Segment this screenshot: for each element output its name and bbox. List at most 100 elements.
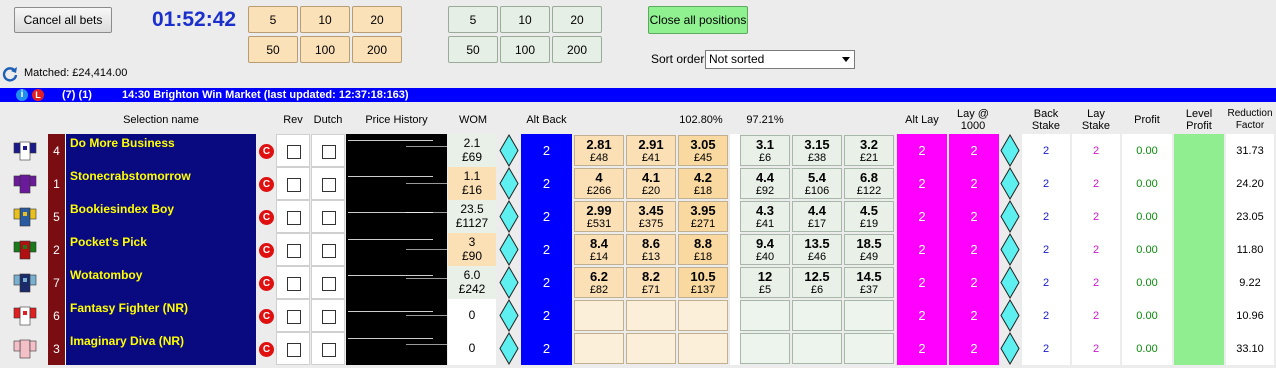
level-profit-cell[interactable] xyxy=(1174,233,1224,266)
back-price-cell[interactable]: 3.95 £271 xyxy=(678,201,728,232)
sort-order-select[interactable]: Not sorted xyxy=(705,50,855,69)
alt-lay-value[interactable]: 2 xyxy=(897,200,947,233)
c-icon[interactable]: C xyxy=(259,144,274,159)
alt-back-value[interactable]: 2 xyxy=(521,299,572,332)
back-diamond-icon[interactable] xyxy=(499,266,519,299)
lay-stake-100-button[interactable]: 100 xyxy=(500,36,550,63)
lay-price-cell[interactable]: 4.5 £19 xyxy=(844,201,894,232)
lay-diamond-icon[interactable] xyxy=(1000,233,1020,266)
runner-name[interactable]: Stonecrabstomorrow xyxy=(66,167,256,200)
lay-price-cell[interactable]: 12.5 £6 xyxy=(792,267,842,298)
back-stake-value[interactable]: 2 xyxy=(1022,167,1070,200)
back-diamond-icon[interactable] xyxy=(499,134,519,167)
lay-price-cell[interactable] xyxy=(740,333,790,364)
back-stake-200-button[interactable]: 200 xyxy=(352,36,402,63)
alt-back-value[interactable]: 2 xyxy=(521,233,572,266)
cancel-all-bets-button[interactable]: Cancel all bets xyxy=(14,7,112,33)
alt-back-value[interactable]: 2 xyxy=(521,332,572,365)
back-price-cell[interactable]: 8.6 £13 xyxy=(626,234,676,265)
lay-stake-value[interactable]: 2 xyxy=(1072,332,1120,365)
level-profit-cell[interactable] xyxy=(1174,134,1224,167)
lay-price-cell[interactable]: 5.4 £106 xyxy=(792,168,842,199)
back-diamond-icon[interactable] xyxy=(499,200,519,233)
lay-1000-value[interactable]: 2 xyxy=(949,167,999,200)
alt-lay-value[interactable]: 2 xyxy=(897,134,947,167)
lay-price-cell[interactable] xyxy=(792,300,842,331)
lay-price-cell[interactable]: 9.4 £40 xyxy=(740,234,790,265)
back-diamond-icon[interactable] xyxy=(499,167,519,200)
lay-stake-200-button[interactable]: 200 xyxy=(552,36,602,63)
level-profit-cell[interactable] xyxy=(1174,299,1224,332)
lay-price-cell[interactable]: 12 £5 xyxy=(740,267,790,298)
alt-back-value[interactable]: 2 xyxy=(521,167,572,200)
c-icon[interactable]: C xyxy=(259,210,274,225)
dutch-checkbox[interactable] xyxy=(322,343,336,357)
refresh-icon[interactable] xyxy=(2,66,18,82)
rev-checkbox[interactable] xyxy=(287,277,301,291)
back-diamond-icon[interactable] xyxy=(499,233,519,266)
lay-price-cell[interactable] xyxy=(792,333,842,364)
level-profit-cell[interactable] xyxy=(1174,167,1224,200)
back-price-cell[interactable]: 2.91 £41 xyxy=(626,135,676,166)
lay-price-cell[interactable] xyxy=(844,300,894,331)
alt-lay-value[interactable]: 2 xyxy=(897,299,947,332)
dutch-checkbox[interactable] xyxy=(322,145,336,159)
back-stake-5-button[interactable]: 5 xyxy=(248,6,298,33)
lay-stake-value[interactable]: 2 xyxy=(1072,233,1120,266)
lay-stake-value[interactable]: 2 xyxy=(1072,266,1120,299)
c-icon[interactable]: C xyxy=(259,243,274,258)
close-all-positions-button[interactable]: Close all positions xyxy=(648,6,748,34)
c-icon[interactable]: C xyxy=(259,342,274,357)
back-price-cell[interactable]: 6.2 £82 xyxy=(574,267,624,298)
runner-name[interactable]: Fantasy Fighter (NR) xyxy=(66,299,256,332)
back-price-cell[interactable] xyxy=(574,300,624,331)
back-stake-10-button[interactable]: 10 xyxy=(300,6,350,33)
lay-stake-5-button[interactable]: 5 xyxy=(448,6,498,33)
runner-name[interactable]: Do More Business xyxy=(66,134,256,167)
lay-price-cell[interactable] xyxy=(844,333,894,364)
back-price-cell[interactable]: 3.05 £45 xyxy=(678,135,728,166)
lay-1000-value[interactable]: 2 xyxy=(949,332,999,365)
level-profit-cell[interactable] xyxy=(1174,332,1224,365)
back-price-cell[interactable] xyxy=(678,333,728,364)
back-price-cell[interactable] xyxy=(626,333,676,364)
back-price-cell[interactable] xyxy=(678,300,728,331)
lay-1000-value[interactable]: 2 xyxy=(949,134,999,167)
lay-1000-value[interactable]: 2 xyxy=(949,299,999,332)
back-price-cell[interactable]: 10.5 £137 xyxy=(678,267,728,298)
back-stake-value[interactable]: 2 xyxy=(1022,233,1070,266)
runner-name[interactable]: Pocket's Pick xyxy=(66,233,256,266)
back-diamond-icon[interactable] xyxy=(499,332,519,365)
lay-stake-value[interactable]: 2 xyxy=(1072,167,1120,200)
lay-1000-value[interactable]: 2 xyxy=(949,233,999,266)
c-icon[interactable]: C xyxy=(259,309,274,324)
back-price-cell[interactable]: 8.4 £14 xyxy=(574,234,624,265)
lay-1000-value[interactable]: 2 xyxy=(949,266,999,299)
lay-diamond-icon[interactable] xyxy=(1000,200,1020,233)
lay-price-cell[interactable]: 13.5 £46 xyxy=(792,234,842,265)
c-icon[interactable]: C xyxy=(259,177,274,192)
alt-back-value[interactable]: 2 xyxy=(521,200,572,233)
lay-stake-value[interactable]: 2 xyxy=(1072,134,1120,167)
lay-diamond-icon[interactable] xyxy=(1000,134,1020,167)
lay-price-cell[interactable]: 3.15 £38 xyxy=(792,135,842,166)
dutch-checkbox[interactable] xyxy=(322,244,336,258)
lay-stake-value[interactable]: 2 xyxy=(1072,200,1120,233)
rev-checkbox[interactable] xyxy=(287,145,301,159)
back-price-cell[interactable]: 8.8 £18 xyxy=(678,234,728,265)
level-profit-cell[interactable] xyxy=(1174,266,1224,299)
back-price-cell[interactable]: 4 £266 xyxy=(574,168,624,199)
back-stake-20-button[interactable]: 20 xyxy=(352,6,402,33)
info-icon[interactable]: i xyxy=(16,89,28,101)
rev-checkbox[interactable] xyxy=(287,244,301,258)
lay-price-cell[interactable]: 18.5 £49 xyxy=(844,234,894,265)
lay-diamond-icon[interactable] xyxy=(1000,167,1020,200)
rev-checkbox[interactable] xyxy=(287,310,301,324)
lay-price-cell[interactable]: 6.8 £122 xyxy=(844,168,894,199)
runner-name[interactable]: Bookiesindex Boy xyxy=(66,200,256,233)
lay-stake-value[interactable]: 2 xyxy=(1072,299,1120,332)
lay-price-cell[interactable]: 3.2 £21 xyxy=(844,135,894,166)
lay-price-cell[interactable]: 14.5 £37 xyxy=(844,267,894,298)
dutch-checkbox[interactable] xyxy=(322,310,336,324)
back-price-cell[interactable] xyxy=(626,300,676,331)
